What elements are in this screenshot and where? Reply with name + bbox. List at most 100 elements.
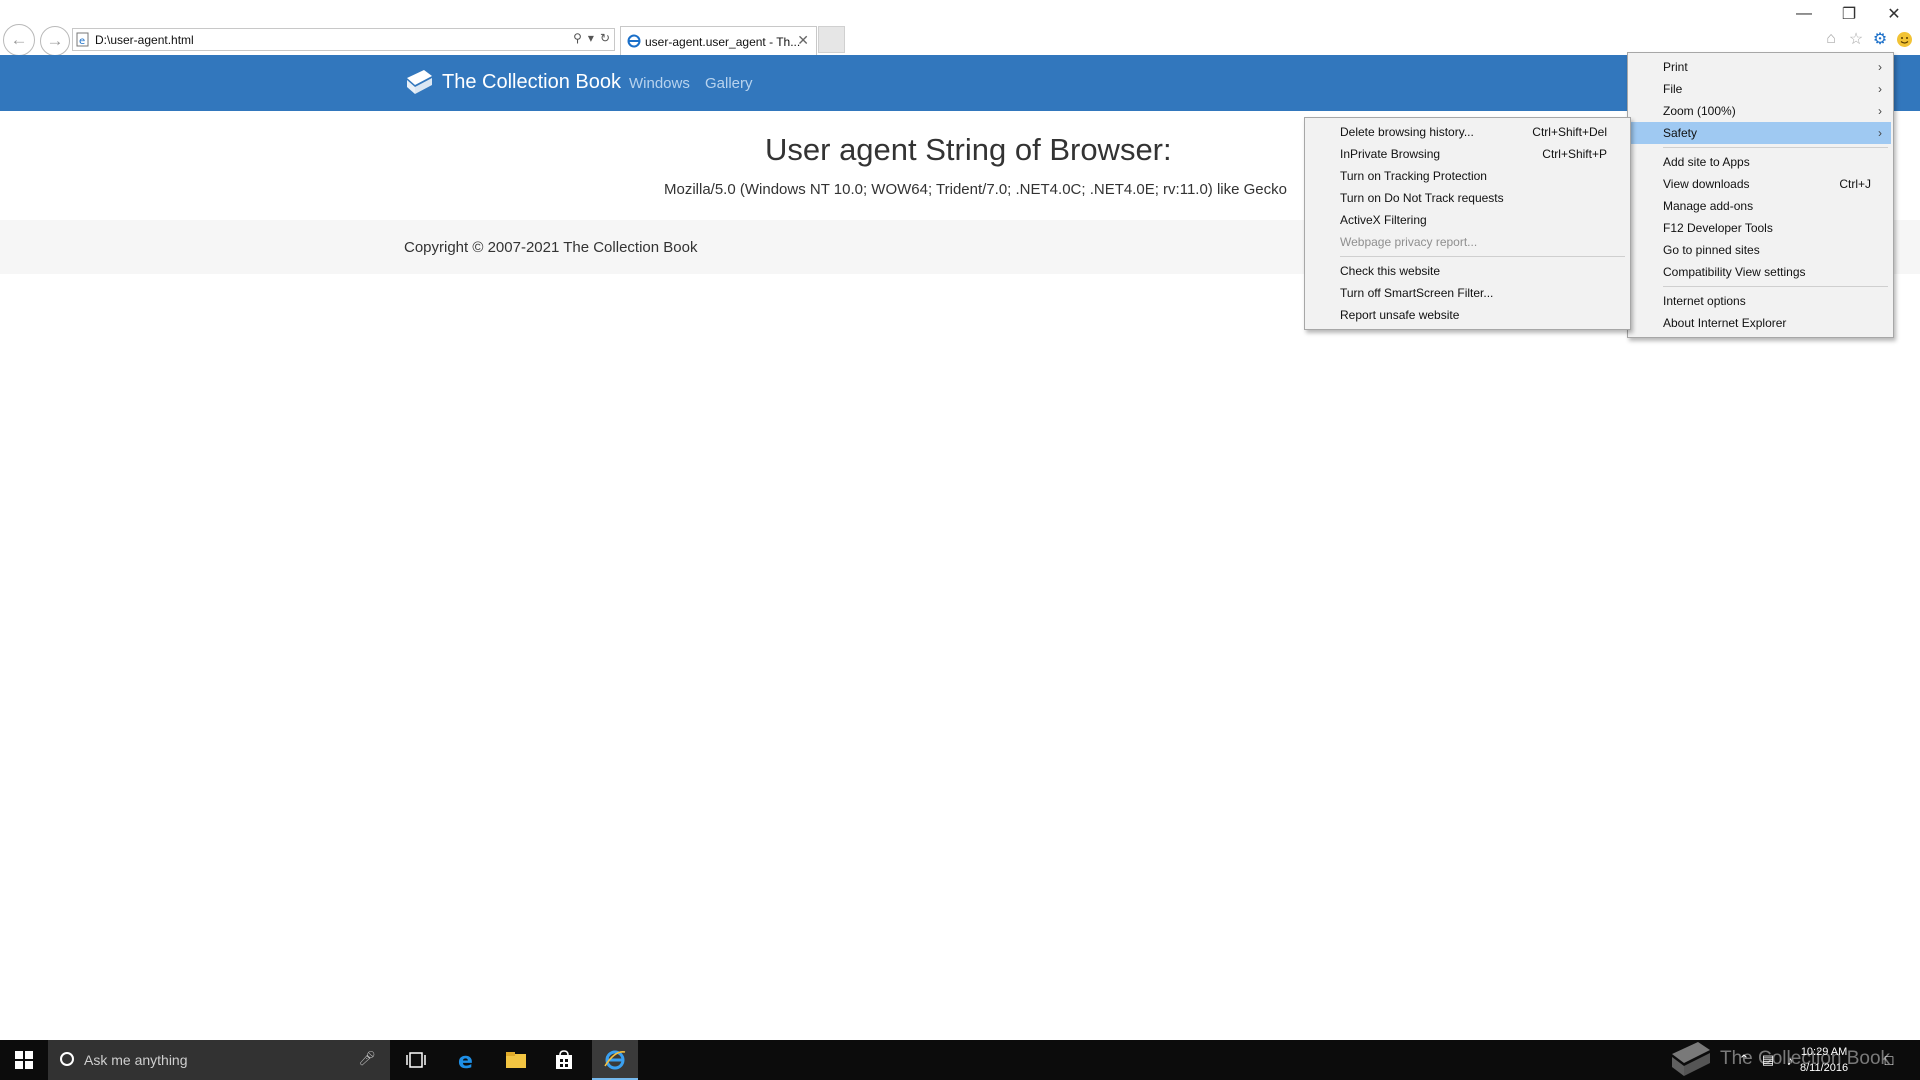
store-icon[interactable] xyxy=(540,1040,588,1080)
home-icon[interactable]: ⌂ xyxy=(1820,28,1842,50)
menu-item-safety[interactable]: Safety › xyxy=(1630,122,1891,144)
menu-separator xyxy=(1340,256,1625,257)
menu-item-do-not-track[interactable]: Turn on Do Not Track requests xyxy=(1307,187,1628,209)
brand-link[interactable]: The Collection Book xyxy=(404,68,621,96)
svg-text:e: e xyxy=(458,1049,473,1071)
start-button[interactable] xyxy=(0,1040,48,1080)
menu-item-label: Print xyxy=(1663,60,1688,74)
file-explorer-icon[interactable] xyxy=(492,1040,540,1080)
menu-item-shortcut: Ctrl+Shift+P xyxy=(1542,147,1607,161)
internet-explorer-icon[interactable] xyxy=(592,1040,638,1080)
page-icon: e xyxy=(76,32,89,47)
menu-item-label: Add site to Apps xyxy=(1663,155,1750,169)
windows-logo-icon xyxy=(15,1051,33,1069)
menu-item-view-downloads[interactable]: View downloads Ctrl+J xyxy=(1630,173,1891,195)
menu-item-shortcut: Ctrl+J xyxy=(1839,177,1871,191)
menu-item-add-site-to-apps[interactable]: Add site to Apps xyxy=(1630,151,1891,173)
feedback-smiley-icon[interactable] xyxy=(1893,28,1915,50)
forward-button[interactable]: → xyxy=(40,26,70,56)
watermark: The Collection Book xyxy=(1668,1040,1890,1078)
menu-item-manage-add-ons[interactable]: Manage add-ons xyxy=(1630,195,1891,217)
menu-item-label: Report unsafe website xyxy=(1340,308,1460,322)
safety-submenu: Delete browsing history... Ctrl+Shift+De… xyxy=(1304,117,1631,330)
menu-item-internet-options[interactable]: Internet options xyxy=(1630,290,1891,312)
menu-item-go-to-pinned-sites[interactable]: Go to pinned sites xyxy=(1630,239,1891,261)
page-title: User agent String of Browser: xyxy=(765,132,1172,167)
menu-item-delete-browsing-history[interactable]: Delete browsing history... Ctrl+Shift+De… xyxy=(1307,121,1628,143)
menu-item-label: View downloads xyxy=(1663,177,1750,191)
menu-item-label: Compatibility View settings xyxy=(1663,265,1806,279)
menu-item-label: Internet options xyxy=(1663,294,1746,308)
back-button[interactable]: ← xyxy=(3,24,35,56)
search-icon[interactable]: ⚲ xyxy=(573,31,582,45)
dropdown-arrow-icon[interactable]: ▾ xyxy=(588,31,594,45)
address-bar[interactable]: e D:\user-agent.html ⚲ ▾ ↻ xyxy=(72,28,615,51)
menu-item-label: Turn off SmartScreen Filter... xyxy=(1340,286,1494,300)
internet-explorer-tab-icon xyxy=(627,34,641,48)
menu-item-print[interactable]: Print › xyxy=(1630,56,1891,78)
menu-item-check-this-website[interactable]: Check this website xyxy=(1307,260,1628,282)
menu-item-report-unsafe-website[interactable]: Report unsafe website xyxy=(1307,304,1628,326)
submenu-arrow-icon: › xyxy=(1878,104,1882,118)
menu-item-label: Webpage privacy report... xyxy=(1340,235,1478,249)
nav-link-windows[interactable]: Windows xyxy=(629,75,690,92)
microphone-icon[interactable]: 🎤︎ xyxy=(358,1050,376,1067)
copyright-text: Copyright © 2007-2021 The Collection Boo… xyxy=(404,239,698,256)
menu-item-label: Check this website xyxy=(1340,264,1441,278)
user-agent-string: Mozilla/5.0 (Windows NT 10.0; WOW64; Tri… xyxy=(664,181,1287,198)
menu-item-label: ActiveX Filtering xyxy=(1340,213,1427,227)
menu-item-webpage-privacy-report: Webpage privacy report... xyxy=(1307,231,1628,253)
watermark-text: The Collection Book xyxy=(1720,1048,1891,1069)
close-icon[interactable]: ✕ xyxy=(1871,0,1917,28)
menu-separator xyxy=(1663,147,1888,148)
forward-arrow-icon: → xyxy=(46,31,64,50)
tools-menu: Print › File › Zoom (100%) › Safety › Ad… xyxy=(1627,52,1894,338)
menu-item-activex-filtering[interactable]: ActiveX Filtering xyxy=(1307,209,1628,231)
menu-item-file[interactable]: File › xyxy=(1630,78,1891,100)
brand-name: The Collection Book xyxy=(442,70,621,93)
tab-title: user-agent.user_agent - Th... xyxy=(645,35,801,49)
menu-separator xyxy=(1663,286,1888,287)
tools-gear-icon[interactable]: ⚙ xyxy=(1869,28,1891,50)
tab-active[interactable]: user-agent.user_agent - Th... ✕ xyxy=(620,26,817,55)
menu-item-label: Manage add-ons xyxy=(1663,199,1754,213)
menu-item-f12-developer-tools[interactable]: F12 Developer Tools xyxy=(1630,217,1891,239)
menu-item-label: F12 Developer Tools xyxy=(1663,221,1773,235)
cortana-icon xyxy=(60,1052,74,1066)
url-text[interactable]: D:\user-agent.html xyxy=(95,33,194,47)
menu-item-tracking-protection[interactable]: Turn on Tracking Protection xyxy=(1307,165,1628,187)
menu-item-zoom[interactable]: Zoom (100%) › xyxy=(1630,100,1891,122)
svg-text:e: e xyxy=(79,36,85,47)
menu-item-about-internet-explorer[interactable]: About Internet Explorer xyxy=(1630,312,1891,334)
task-view-icon[interactable] xyxy=(392,1040,440,1080)
menu-item-smartscreen-filter[interactable]: Turn off SmartScreen Filter... xyxy=(1307,282,1628,304)
favorites-star-icon[interactable]: ☆ xyxy=(1845,28,1867,50)
taskbar: Ask me anything 🎤︎ e ⌃ ▤ ♪ 10:29 AM 8/11… xyxy=(0,1040,1920,1080)
search-placeholder: Ask me anything xyxy=(84,1052,188,1068)
menu-item-label: InPrivate Browsing xyxy=(1340,147,1441,161)
menu-item-inprivate-browsing[interactable]: InPrivate Browsing Ctrl+Shift+P xyxy=(1307,143,1628,165)
browser-chrome: — ❐ ✕ ← → e D:\user-agent.html ⚲ ▾ ↻ use… xyxy=(0,0,1920,56)
menu-item-compatibility-view-settings[interactable]: Compatibility View settings xyxy=(1630,261,1891,283)
edge-icon[interactable]: e xyxy=(443,1040,491,1080)
submenu-arrow-icon: › xyxy=(1878,82,1882,96)
tab-close-icon[interactable]: ✕ xyxy=(797,32,809,49)
menu-item-label: Safety xyxy=(1663,126,1698,140)
new-tab-button[interactable] xyxy=(818,26,845,53)
minimize-icon[interactable]: — xyxy=(1781,0,1827,28)
refresh-icon[interactable]: ↻ xyxy=(600,31,610,45)
cortana-search-box[interactable]: Ask me anything 🎤︎ xyxy=(48,1040,390,1080)
menu-item-label: Turn on Tracking Protection xyxy=(1340,169,1487,183)
watermark-book-icon xyxy=(1672,1042,1710,1076)
nav-link-gallery[interactable]: Gallery xyxy=(705,75,753,92)
back-arrow-icon: ← xyxy=(10,30,28,49)
submenu-arrow-icon: › xyxy=(1878,60,1882,74)
submenu-arrow-icon: › xyxy=(1878,126,1882,140)
menu-item-shortcut: Ctrl+Shift+Del xyxy=(1532,125,1607,139)
restore-icon[interactable]: ❐ xyxy=(1826,0,1872,28)
menu-item-label: Delete browsing history... xyxy=(1340,125,1474,139)
menu-item-label: Zoom (100%) xyxy=(1663,104,1736,118)
menu-item-label: File xyxy=(1663,82,1683,96)
book-logo-icon xyxy=(407,70,432,94)
menu-item-label: Turn on Do Not Track requests xyxy=(1340,191,1504,205)
